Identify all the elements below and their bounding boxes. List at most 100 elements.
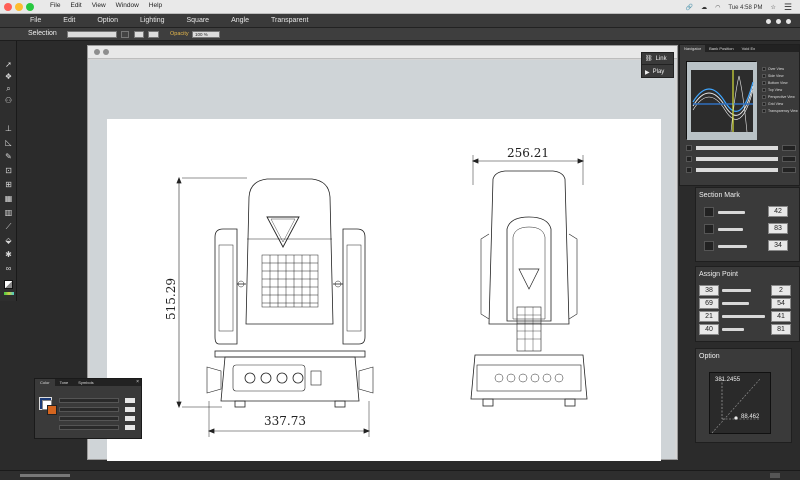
menu-transparent[interactable]: Transparent [271,17,308,24]
selection-field-1[interactable] [67,31,117,38]
menu-option[interactable]: Option [97,17,118,24]
section-mark-value-3[interactable]: 34 [768,240,788,251]
window-dot-2[interactable] [776,19,781,24]
star-icon[interactable]: ☆ [771,4,776,11]
doc-close-button[interactable] [94,49,100,55]
menu-edit[interactable]: Edit [63,17,75,24]
assign-right-2[interactable]: 54 [771,298,791,309]
assign-slider-2[interactable] [722,302,749,305]
menu-square[interactable]: Square [187,17,210,24]
status-handle[interactable] [770,473,780,478]
os-menu-view[interactable]: View [92,2,106,9]
section-mark-value-1[interactable]: 42 [768,206,788,217]
navigator-preview[interactable] [686,61,757,140]
menu-lighting[interactable]: Lighting [140,17,165,24]
view-option-transparency[interactable]: Transparency View [762,109,798,113]
assign-slider-1[interactable] [722,289,751,292]
section-mark-slider-3[interactable] [718,245,747,248]
play-button[interactable]: ▶ Play [642,66,673,78]
tab-navigator[interactable]: Navigator [680,45,706,52]
zoom-tool-icon[interactable]: ⌕ [3,83,14,94]
tab-symbols[interactable]: Symbols [73,379,98,386]
section-mark-swatch-1[interactable] [704,207,714,217]
color-channel-4-value[interactable] [125,425,135,430]
pen-tool-icon[interactable]: ✎ [3,151,14,162]
os-menu-edit[interactable]: Edit [70,2,81,9]
link-icon[interactable]: 🔗 [686,4,693,11]
horizontal-scrollbar[interactable] [20,474,70,477]
section-mark-swatch-2[interactable] [704,224,714,234]
assign-right-4[interactable]: 81 [771,324,791,335]
grid-tool-icon[interactable]: ▦ [3,193,14,204]
tab-void-ex[interactable]: Void Ex [738,45,760,52]
assign-left-3[interactable]: 21 [699,311,719,322]
link-button[interactable]: ⛓ Link [642,53,673,65]
os-menu-help[interactable]: Help [149,2,162,9]
doc-minimize-button[interactable] [103,49,109,55]
menu-angle[interactable]: Angle [231,17,249,24]
fill-tool-icon[interactable]: ⬙ [3,235,14,246]
hamburger-menu-icon[interactable]: ☰ [784,2,792,13]
navigator-slider-2[interactable] [686,156,798,162]
minimize-window-button[interactable] [15,3,23,11]
menu-file[interactable]: File [30,17,41,24]
navigator-slider-1[interactable] [686,145,798,151]
color-channel-3-value[interactable] [125,416,135,421]
loop-tool-icon[interactable]: ∞ [3,263,14,274]
color-channel-2[interactable] [59,407,119,412]
option-graph[interactable]: 381.2455 88.462 [709,372,771,434]
selection-dropdown[interactable] [121,31,129,38]
shapes-tool-icon[interactable]: ❖ [3,71,14,82]
view-option-perspective[interactable]: Perspective View [762,95,795,99]
view-option-side[interactable]: Side View [762,74,784,78]
assign-slider-3[interactable] [722,315,765,318]
ruler-tool-icon[interactable]: ⊞ [3,179,14,190]
color-swatch[interactable] [39,397,57,415]
selection-field-2[interactable] [134,31,144,38]
user-search-tool-icon[interactable]: ⚇ [3,95,14,106]
measure-tool-icon[interactable]: ◺ [3,137,14,148]
tab-tone[interactable]: Tone [55,379,74,386]
close-window-button[interactable] [4,3,12,11]
section-mark-value-2[interactable]: 83 [768,223,788,234]
color-swatch-icon[interactable] [3,279,14,290]
navigator-slider-3[interactable] [686,167,798,173]
section-mark-slider-1[interactable] [718,211,745,214]
crop-tool-icon[interactable]: ⊡ [3,165,14,176]
window-dot-3[interactable] [786,19,791,24]
tab-bank-position[interactable]: Bank Position [705,45,737,52]
pointer-tool-icon[interactable]: ➚ [3,59,14,70]
opacity-field[interactable]: 100 % [192,31,220,38]
anchor-tool-icon[interactable]: ⊥ [3,123,14,134]
burst-tool-icon[interactable]: ✱ [3,249,14,260]
section-mark-slider-2[interactable] [718,228,743,231]
view-option-top[interactable]: Top View [762,88,782,92]
view-option-grid[interactable]: Grid View [762,102,783,106]
os-menu-window[interactable]: Window [116,2,139,9]
palette-strip-icon[interactable] [3,291,14,296]
section-mark-swatch-3[interactable] [704,241,714,251]
assign-right-3[interactable]: 41 [771,311,791,322]
tab-color[interactable]: Color [35,379,55,386]
view-option-bottom[interactable]: Bottom View [762,81,788,85]
color-channel-1[interactable] [59,398,119,403]
assign-left-2[interactable]: 69 [699,298,719,309]
zoom-window-button[interactable] [26,3,34,11]
slash-tool-icon[interactable]: ⟋ [3,221,14,232]
view-option-over[interactable]: Over View [762,67,784,71]
color-channel-1-value[interactable] [125,398,135,403]
assign-left-1[interactable]: 38 [699,285,719,296]
color-channel-4[interactable] [59,425,119,430]
wifi-icon[interactable]: ◠ [715,4,720,11]
assign-right-1[interactable]: 2 [771,285,791,296]
cloud-icon[interactable]: ☁ [701,4,707,11]
color-channel-3[interactable] [59,416,119,421]
table-tool-icon[interactable]: ▥ [3,207,14,218]
window-dot-1[interactable] [766,19,771,24]
assign-left-4[interactable]: 40 [699,324,719,335]
selection-field-3[interactable] [148,31,159,38]
assign-slider-4[interactable] [722,328,744,331]
color-channel-2-value[interactable] [125,407,135,412]
color-panel-close-icon[interactable]: × [136,379,139,385]
os-menu-file[interactable]: File [50,2,60,9]
